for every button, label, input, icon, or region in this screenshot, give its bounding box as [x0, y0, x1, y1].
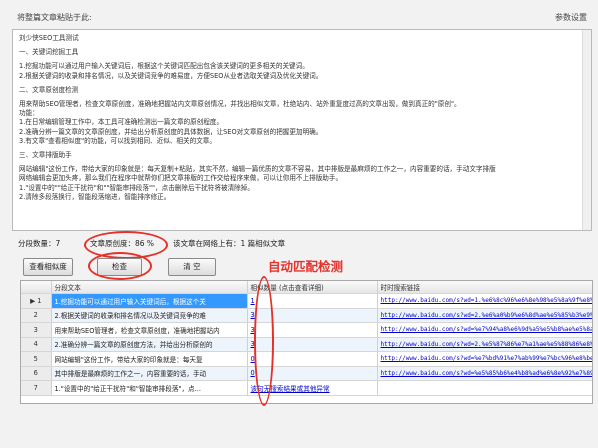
segment-text-cell[interactable]: 1."设置中的"给正干扰符"和"智能审排段落"，点... [51, 380, 248, 396]
table-row[interactable]: 6 其中排版是最麻烦的工作之一，内容重要的话，手动 0 http://www.baid… [21, 366, 592, 381]
paste-hint-label: 将整篇文章粘贴于此: [17, 13, 92, 22]
search-link[interactable]: http://www.baidu.com/s?wd=1.%e6%8c%96%e6… [381, 297, 592, 304]
table-row[interactable]: 7 1."设置中的"给正干扰符"和"智能审排段落"，点... 该句无搜索结果或其他异… [21, 380, 592, 396]
search-link-cell[interactable]: http://www.baidu.com/s?wd=2.%e6%a0%b9%e6… [377, 308, 592, 323]
segment-text-cell[interactable]: 2.准确分辨一篇文章的原创度方法，并给出分析原创的 [51, 337, 248, 352]
originality-label: 文章原创度：86 % [90, 239, 155, 248]
row-number[interactable]: ▶ 1 [21, 293, 52, 309]
no-result-message: 该句无搜索结果或其他异常 [250, 384, 330, 393]
table-row[interactable]: ▶ 1 1.挖掘功能可以通过用户输入关键词后，根据这个关 1 http://www.b… [21, 293, 592, 309]
editor-scrollbar[interactable] [582, 30, 591, 230]
search-link[interactable]: http://www.baidu.com/s?wd=2.%e5%87%86%e7… [381, 341, 592, 348]
stats-bar: 分段数量：7 文章原创度：86 % 该文章在网络上有：1 篇相似文章 [18, 238, 588, 252]
row-number[interactable]: 2 [21, 308, 52, 323]
segment-text-cell[interactable]: 网站编辑"这份工作，带给大家的印象就是：每天复 [51, 351, 248, 367]
similar-count-cell[interactable]: 0 [247, 366, 378, 381]
row-number-text: 2 [33, 311, 38, 320]
top-bar: 将整篇文章粘贴于此: 参数设置 [5, 6, 593, 28]
similar-count-link[interactable]: 0 [251, 369, 255, 377]
online-similar-label: 该文章在网络上有：1 篇相似文章 [173, 239, 286, 248]
view-similarity-button[interactable]: 查看相似度 [23, 258, 73, 276]
similar-count-cell[interactable]: 该句无搜索结果或其他异常 [247, 380, 378, 396]
similar-count-link[interactable]: 0 [251, 355, 255, 363]
search-link[interactable]: http://www.baidu.com/s?wd=2.%e6%a0%b9%e6… [381, 312, 592, 319]
clear-button[interactable]: 清 空 [168, 258, 216, 276]
search-link-cell[interactable]: http://www.baidu.com/s?wd=%e7%bd%91%e7%a… [377, 351, 592, 367]
column-header-rownum [21, 281, 52, 294]
auto-match-annotation: 自动匹配检测 [268, 259, 344, 274]
article-line: 3.有文章"查看相似度"的功能，可以找到相同、近似、相关的文章。 [19, 136, 216, 145]
search-link[interactable]: http://www.baidu.com/s?wd=%e5%85%b6%e4%b… [381, 370, 592, 377]
row-number-text: 3 [33, 325, 38, 334]
similar-count-cell[interactable]: 0 [247, 351, 378, 367]
search-link-cell[interactable] [377, 380, 592, 396]
column-header-text[interactable]: 分段文本 [51, 281, 248, 294]
article-line: 刘少侠SEO工具测试 [19, 34, 79, 42]
article-line: 用来帮助SEO管理者，检查文章原创度，准确地把握站内文章原创情况，并找出相似文章… [19, 100, 461, 109]
column-header-link[interactable]: 时时搜索链接 [377, 281, 592, 294]
article-line: 网络编辑会更加头疼，那么我们在程序中就帮你们把文章排版的工作交给程序来做，可以让… [19, 174, 343, 183]
search-link-cell[interactable]: http://www.baidu.com/s?wd=%e7%94%a8%e6%9… [377, 322, 592, 338]
row-number-text: 1 [37, 296, 42, 305]
search-link-cell[interactable]: http://www.baidu.com/s?wd=2.%e5%87%86%e7… [377, 337, 592, 352]
row-number-text: 4 [33, 340, 38, 349]
article-line: 功能： [19, 109, 39, 118]
article-text: 刘少侠SEO工具测试 一、关键词挖掘工具 1.挖掘功能可以通过用户输入关键词后，根据… [13, 30, 591, 206]
segment-text-cell[interactable]: 其中排版是最麻烦的工作之一，内容重要的话，手动 [51, 366, 248, 381]
article-line: 2.清除多段落换行，智能段落缩进，智能排序修正。 [19, 192, 171, 201]
similar-count-cell[interactable]: 3 [247, 337, 378, 352]
row-number[interactable]: 5 [21, 351, 52, 367]
check-button[interactable]: 检查 [97, 258, 142, 276]
segment-text-cell[interactable]: 2.根据关键词的收录和排名情况以及关键词竞争的难 [51, 308, 248, 323]
row-number[interactable]: 6 [21, 366, 52, 381]
similar-count-cell[interactable]: 1 [247, 293, 378, 309]
settings-link[interactable]: 参数设置 [555, 12, 587, 23]
article-line: 网站编辑"这份工作，带给大家的印象就是：每天复制+粘贴，其实不然，编辑一篇优质的… [19, 165, 496, 174]
table-header-row: 分段文本 相似数量 (点击查看详细) 时时搜索链接 [21, 281, 592, 294]
results-table: 分段文本 相似数量 (点击查看详细) 时时搜索链接 ▶ 1 1.挖掘功能可以通过用… [20, 280, 593, 404]
row-number-text: 6 [33, 369, 38, 378]
search-link[interactable]: http://www.baidu.com/s?wd=%e7%94%a8%e6%9… [381, 326, 592, 333]
segment-count-label: 分段数量：7 [18, 239, 61, 248]
article-line: 2.准确分辨一篇文章的文章原创度，并给出分析原创度的具体数据，让SEO对文章原创… [19, 127, 323, 136]
row-number-text: 5 [33, 354, 38, 363]
table-row[interactable]: 2 2.根据关键词的收录和排名情况以及关键词竞争的难 3 http://www.bai… [21, 308, 592, 323]
article-line: 1."设置中的""给正干扰符"和""智能审排段落""，点击删除后干扰符将被清除掉… [19, 183, 254, 192]
search-link[interactable]: http://www.baidu.com/s?wd=%e7%bd%91%e7%a… [381, 355, 592, 362]
article-textarea[interactable]: 刘少侠SEO工具测试 一、关键词挖掘工具 1.挖掘功能可以通过用户输入关键词后，根据… [12, 29, 592, 231]
similar-count-link[interactable]: 3 [251, 311, 255, 319]
similar-count-cell[interactable]: 3 [247, 322, 378, 338]
similar-count-cell[interactable]: 3 [247, 308, 378, 323]
article-line: 1.在日常编辑管理工作中，本工具可准确检测出一篇文章的原创程度。 [19, 118, 224, 127]
article-line: 二、文章原创度检测 [19, 85, 79, 94]
row-number[interactable]: 7 [21, 380, 52, 396]
segment-text-cell[interactable]: 用来帮助SEO管理者，检查文章原创度，准确地把握站内 [51, 322, 248, 338]
row-number-text: 7 [33, 383, 38, 392]
row-number[interactable]: 4 [21, 337, 52, 352]
table-row[interactable]: 5 网站编辑"这份工作，带给大家的印象就是：每天复 0 http://www.baid… [21, 351, 592, 367]
article-line: 2.根据关键词的收录和排名情况，以及关键词竞争的难易度，方便SEO从业者选取关键… [19, 71, 323, 80]
row-number[interactable]: 3 [21, 322, 52, 338]
article-line: 一、关键词挖掘工具 [19, 48, 79, 57]
segment-text-cell[interactable]: 1.挖掘功能可以通过用户输入关键词后，根据这个关 [51, 293, 248, 309]
search-link-cell[interactable]: http://www.baidu.com/s?wd=%e5%85%b6%e4%b… [377, 366, 592, 381]
table-row[interactable]: 4 2.准确分辨一篇文章的原创度方法，并给出分析原创的 3 http://www.ba… [21, 337, 592, 352]
app-window: 将整篇文章粘贴于此: 参数设置 刘少侠SEO工具测试 一、关键词挖掘工具 1.挖掘功… [0, 0, 598, 448]
similar-count-link[interactable]: 3 [251, 340, 255, 348]
article-line: 1.挖掘功能可以通过用户输入关键词后，根据这个关键词匹配出包含该关键词的更多相关… [19, 62, 309, 71]
table-row[interactable]: 3 用来帮助SEO管理者，检查文章原创度，准确地把握站内 3 http://www.b… [21, 322, 592, 338]
column-header-count[interactable]: 相似数量 (点击查看详细) [247, 281, 378, 294]
similar-count-link[interactable]: 1 [251, 297, 255, 305]
article-line: 三、文章排版助手 [19, 151, 72, 160]
similar-count-link[interactable]: 3 [251, 326, 255, 334]
search-link-cell[interactable]: http://www.baidu.com/s?wd=1.%e6%8c%96%e6… [377, 293, 592, 309]
